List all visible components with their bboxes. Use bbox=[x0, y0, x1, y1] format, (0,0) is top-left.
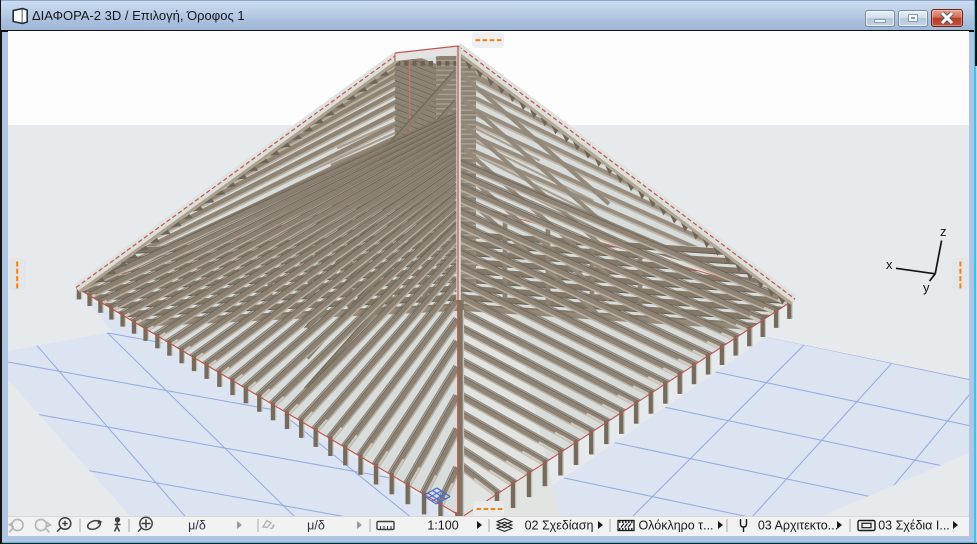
svg-text:03 Αρχιτεκτο...: 03 Αρχιτεκτο... bbox=[758, 519, 838, 533]
svg-text:y: y bbox=[923, 280, 930, 295]
svg-text:1:100: 1:100 bbox=[427, 519, 458, 533]
svg-text:Ολόκληρο τ...: Ολόκληρο τ... bbox=[638, 519, 713, 533]
svg-text:02 Σχεδίαση: 02 Σχεδίαση bbox=[525, 519, 594, 533]
svg-text:03 Σχέδια Ι...: 03 Σχέδια Ι... bbox=[878, 519, 950, 533]
svg-text:z: z bbox=[940, 224, 947, 239]
svg-text:x: x bbox=[886, 257, 893, 272]
svg-text:μ/δ: μ/δ bbox=[307, 519, 325, 533]
svg-text:μ/δ: μ/δ bbox=[188, 519, 206, 533]
